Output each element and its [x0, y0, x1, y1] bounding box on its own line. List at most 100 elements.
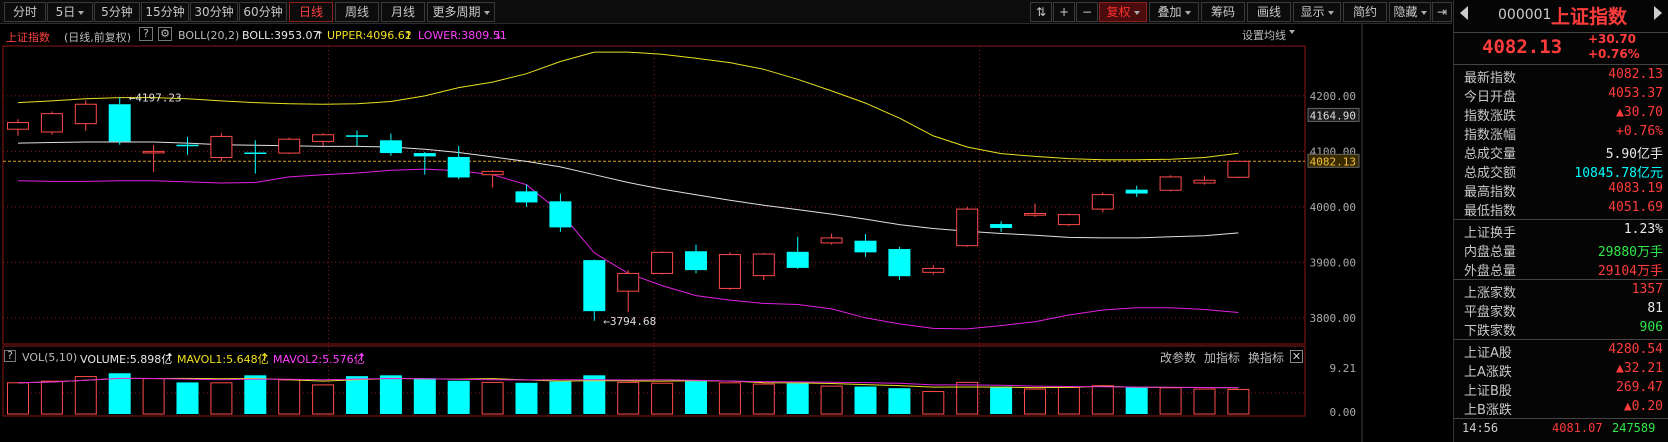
candle-up — [617, 272, 640, 292]
upper-price-label: 4164.90 — [1310, 109, 1356, 122]
volume-bar-up — [7, 382, 29, 415]
volume-bar-down — [854, 386, 877, 414]
quote-label: 上B涨跌 — [1464, 403, 1512, 418]
quote-label: 下跌家数 — [1464, 324, 1517, 339]
switch-indicator-button[interactable]: 换指标 — [1248, 349, 1284, 366]
candle-down — [990, 224, 1013, 228]
quote-row: 上证A股 4280.54 — [1454, 341, 1668, 361]
divider — [1454, 279, 1668, 280]
volume-bar-down — [888, 388, 911, 414]
candle-up — [210, 135, 233, 158]
volume-bar-down — [108, 373, 131, 414]
quote-label: 上证换手 — [1464, 226, 1517, 241]
candle-down — [1125, 189, 1148, 194]
quote-label: 内盘总量 — [1464, 245, 1517, 260]
candle-up — [1091, 194, 1114, 210]
candle-up — [278, 138, 301, 154]
volume-bar-up — [1057, 386, 1080, 415]
quote-row: 上A涨跌 ▲32.21 — [1454, 360, 1668, 380]
quote-row: 下跌家数 906 — [1454, 319, 1668, 339]
change-params-button[interactable]: 改参数 — [1160, 349, 1196, 366]
candle-down — [413, 153, 436, 157]
volume-bar-up — [1193, 388, 1216, 415]
prev-arrow-icon[interactable] — [1460, 6, 1468, 20]
volume-info-bar: ? VOL(5,10) VOLUME:5.898亿 ↑ MAVOL1:5.648… — [0, 348, 1310, 366]
quote-value: +0.76% — [1616, 124, 1663, 139]
candle-down — [447, 156, 470, 178]
quote-row: 今日开盘 4053.37 — [1454, 85, 1668, 105]
quote-value: 81 — [1647, 301, 1663, 316]
boll-mid-line — [17, 141, 1239, 239]
quote-row: 内盘总量 29880万手 — [1454, 240, 1668, 260]
volume-bar-up — [210, 382, 233, 415]
quote-value: 29880万手 — [1597, 245, 1663, 260]
candle-up — [1024, 213, 1046, 216]
volume-bar-up — [1159, 387, 1182, 415]
divider — [1454, 64, 1668, 65]
candle-down — [786, 251, 809, 268]
volume-bar-up — [1227, 388, 1250, 415]
quote-label: 总成交额 — [1464, 166, 1517, 181]
tick-time: 14:56 — [1462, 421, 1499, 435]
quote-value: ▲32.21 — [1616, 361, 1663, 376]
volume-bar-down — [447, 380, 470, 414]
price-change: +30.70 — [1588, 32, 1637, 46]
divider — [1454, 418, 1668, 419]
quote-value: 269.47 — [1616, 380, 1663, 395]
tick-row: 14:56 4081.07 247589 — [1454, 420, 1668, 440]
help-button[interactable]: ? — [4, 350, 16, 362]
quote-row: 总成交量 5.90亿手 — [1454, 142, 1668, 162]
vol-tick-label: 0.00 — [1330, 406, 1357, 419]
vol-label: VOL(5,10) — [22, 351, 78, 364]
quote-label: 外盘总量 — [1464, 264, 1517, 279]
quote-value: 29104万手 — [1597, 264, 1663, 279]
close-icon[interactable]: ✕ — [1290, 350, 1303, 363]
candle-down — [515, 191, 538, 203]
quote-label: 最新指数 — [1464, 71, 1517, 86]
quote-value: 4082.13 — [1608, 67, 1663, 82]
boll-value: BOLL:3953.07 — [242, 29, 320, 42]
volume-bar-down — [379, 375, 402, 414]
y-tick-label: 4200.00 — [1310, 90, 1356, 103]
volume-bar-up — [922, 391, 945, 415]
candle-down — [176, 144, 199, 147]
extreme-annotation: ←4197.23 — [129, 91, 182, 104]
volume-value: VOLUME:5.898亿 — [80, 353, 173, 366]
quote-row: 最新指数 4082.13 — [1454, 66, 1668, 86]
set-ma-button[interactable]: 设置均线 — [1242, 27, 1295, 43]
volume-bar-up — [1024, 388, 1046, 415]
quote-value: 1.23% — [1623, 222, 1663, 237]
quote-value: 5.90亿手 — [1605, 147, 1663, 162]
quote-value: 10845.78亿元 — [1574, 166, 1663, 181]
quote-value: 4083.19 — [1608, 181, 1663, 196]
candle-up — [142, 150, 165, 154]
y-tick-label: 4000.00 — [1310, 201, 1356, 214]
y-tick-label: 3800.00 — [1310, 312, 1356, 325]
candle-up — [718, 254, 741, 289]
help-button[interactable]: ? — [139, 27, 153, 41]
quote-value: 4053.37 — [1608, 86, 1663, 101]
volume-bar-up — [312, 384, 335, 415]
quote-row: 上证换手 1.23% — [1454, 221, 1668, 241]
next-arrow-icon[interactable] — [1654, 6, 1662, 20]
gear-icon[interactable]: ⚙ — [158, 27, 172, 41]
volume-bar-down — [1125, 387, 1148, 414]
candle-up — [74, 103, 97, 125]
volume-bar-up — [820, 385, 843, 415]
candle-up — [922, 267, 945, 273]
candle-up — [1193, 179, 1216, 184]
volume-bar-up — [718, 382, 741, 415]
tick-vol: 247589 — [1612, 421, 1656, 435]
volume-bar-up — [481, 381, 504, 415]
tick-price: 4081.07 — [1552, 421, 1603, 435]
volume-bar-up — [74, 376, 97, 415]
extreme-annotation: ←3794.68 — [603, 315, 656, 328]
candle-up — [481, 170, 504, 176]
divider — [1454, 219, 1668, 220]
candle-down — [108, 104, 131, 142]
kline-mode: (日线,前复权) — [64, 31, 132, 44]
candle-up — [1159, 176, 1182, 191]
volume-bar-up — [40, 380, 63, 415]
volume-bar-down — [549, 381, 572, 414]
add-indicator-button[interactable]: 加指标 — [1204, 349, 1240, 366]
